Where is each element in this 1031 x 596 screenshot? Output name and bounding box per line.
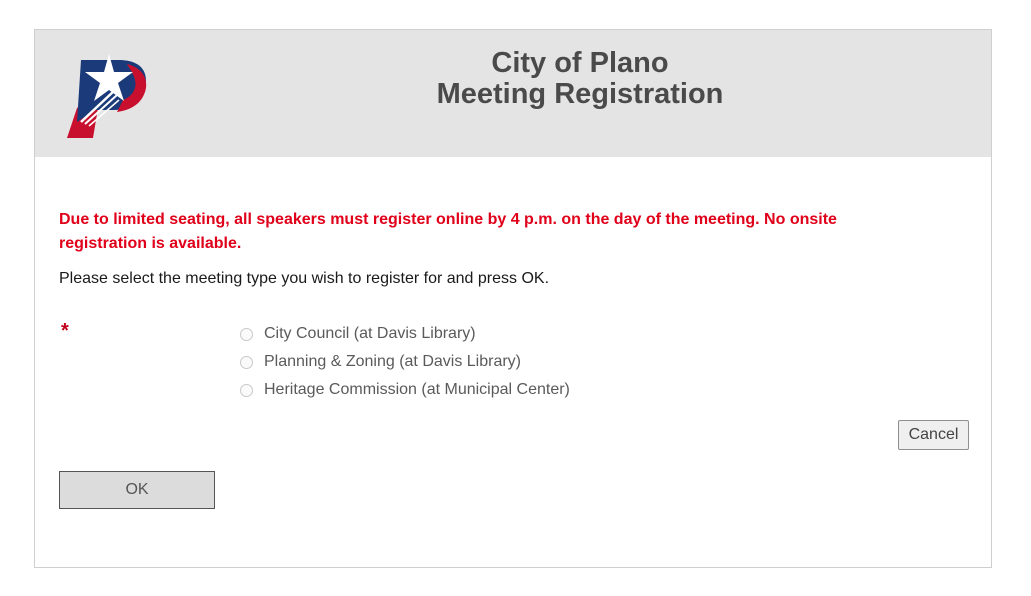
- radio-label-heritage-commission[interactable]: Heritage Commission (at Municipal Center…: [264, 381, 570, 399]
- radio-option-city-council[interactable]: City Council (at Davis Library): [240, 320, 570, 348]
- radio-label-planning-zoning[interactable]: Planning & Zoning (at Davis Library): [264, 353, 521, 371]
- required-marker: *: [61, 320, 69, 342]
- city-logo-icon: [67, 54, 147, 138]
- registration-panel: City of Plano Meeting Registration Due t…: [34, 29, 992, 568]
- ok-button[interactable]: OK: [59, 471, 215, 509]
- instructions-text: Please select the meeting type you wish …: [59, 270, 550, 287]
- page-title: City of Plano: [491, 47, 669, 79]
- radio-button-heritage-commission[interactable]: [240, 383, 253, 397]
- radio-button-city-council[interactable]: [240, 327, 253, 341]
- cancel-button[interactable]: Cancel: [898, 420, 969, 450]
- radio-option-planning-zoning[interactable]: Planning & Zoning (at Davis Library): [240, 348, 570, 376]
- page-subtitle: Meeting Registration: [436, 78, 724, 110]
- radio-option-heritage-commission[interactable]: Heritage Commission (at Municipal Center…: [240, 376, 570, 404]
- header-banner: City of Plano Meeting Registration: [35, 30, 991, 157]
- radio-button-planning-zoning[interactable]: [240, 355, 253, 369]
- radio-label-city-council[interactable]: City Council (at Davis Library): [264, 325, 476, 343]
- meeting-type-radio-group: City Council (at Davis Library) Planning…: [240, 320, 570, 404]
- seating-notice: Due to limited seating, all speakers mus…: [59, 211, 837, 252]
